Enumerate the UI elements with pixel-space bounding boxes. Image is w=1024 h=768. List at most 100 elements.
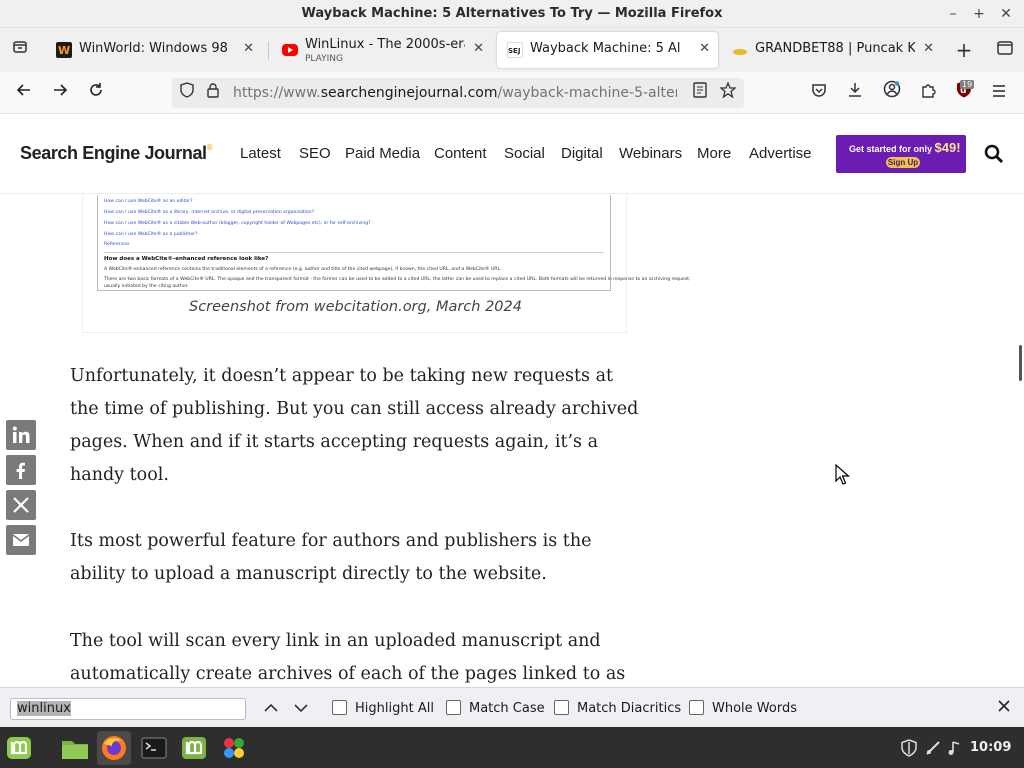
x-twitter-icon [13, 497, 29, 513]
nav-link-more[interactable]: More [697, 145, 731, 162]
screenshot-text: There are two basic formats of a WebCite… [104, 277, 691, 282]
tab-label: Wayback Machine: 5 Alterna [530, 41, 680, 56]
site-search-icon[interactable] [984, 144, 1004, 168]
screenshot-divider [104, 252, 604, 253]
mouse-cursor-icon [835, 463, 851, 490]
tab-grandbet88[interactable]: GRANDBET88 | Puncak Kem ✕ [722, 32, 942, 68]
find-next-icon[interactable] [288, 695, 314, 721]
new-tab-button[interactable]: + [951, 37, 977, 63]
tab-label: GRANDBET88 | Puncak Kem [755, 41, 915, 56]
tab-bar: W WinWorld: Windows 98 Seco ✕ WinLinux -… [0, 28, 1024, 72]
nav-link-digital[interactable]: Digital [561, 145, 603, 162]
extensions-puzzle-icon[interactable] [915, 80, 941, 106]
terminal-icon[interactable] [137, 731, 171, 765]
mint-menu-button[interactable] [2, 731, 36, 765]
site-logo[interactable]: Search Engine Journal® [20, 143, 213, 164]
match-diacritics-checkbox[interactable] [554, 700, 569, 715]
tab-playing-label: PLAYING [305, 54, 343, 64]
reload-icon[interactable] [83, 80, 109, 106]
match-case-checkbox[interactable] [446, 700, 461, 715]
files-folder-icon[interactable] [58, 731, 92, 765]
nav-link-latest[interactable]: Latest [240, 145, 281, 162]
screenshot-link: How can I use WebCite® as a citable Web-… [104, 221, 371, 226]
list-all-tabs-icon[interactable] [992, 37, 1018, 63]
firefox-taskbar-icon[interactable] [97, 731, 131, 765]
bookmark-star-icon[interactable] [715, 80, 741, 106]
promo-banner[interactable]: Get started for only $49! Sign Up [836, 135, 966, 173]
nav-link-seo[interactable]: SEO [299, 145, 331, 162]
article-paragraph: Unfortunately, it doesn’t appear to be t… [70, 366, 639, 485]
svg-text:W: W [58, 44, 70, 57]
share-facebook-button[interactable] [6, 455, 36, 485]
webcitation-screenshot-image: How can I use WebCite® as an editor? How… [97, 195, 690, 291]
nav-link-advertise[interactable]: Advertise [749, 145, 812, 162]
lock-icon[interactable] [200, 80, 226, 106]
share-email-button[interactable] [6, 525, 36, 555]
site-header: Search Engine Journal® Latest SEO Paid M… [0, 114, 1024, 194]
volume-tray-icon[interactable] [947, 739, 963, 761]
tracking-protection-shield-icon[interactable] [174, 80, 200, 106]
tab-wayback-machine[interactable]: SEJ Wayback Machine: 5 Alterna ✕ [497, 32, 718, 68]
screenshot-link: How can I use WebCite® as a library, int… [104, 210, 315, 215]
share-linkedin-button[interactable] [6, 420, 36, 450]
close-tab-icon[interactable]: ✕ [699, 41, 710, 56]
tab-label: WinLinux - The 2000s-era Li [305, 37, 465, 52]
svg-text:SEJ: SEJ [508, 47, 520, 55]
match-case-label[interactable]: Match Case [469, 701, 545, 716]
nav-link-content[interactable]: Content [434, 145, 487, 162]
back-icon[interactable] [11, 80, 37, 106]
app-menu-icon[interactable] [986, 80, 1012, 106]
highlight-all-label[interactable]: Highlight All [355, 701, 434, 716]
close-tab-icon[interactable]: ✕ [243, 41, 254, 56]
downloads-icon[interactable] [842, 80, 868, 106]
network-tray-icon[interactable] [924, 739, 942, 761]
find-input[interactable]: winlinux [10, 698, 246, 720]
article-paragraph: The tool will scan every link in an uplo… [70, 631, 626, 684]
highlight-all-checkbox[interactable] [332, 700, 347, 715]
close-tab-icon[interactable]: ✕ [923, 41, 934, 56]
address-bar[interactable]: https://www.searchenginejournal.com/wayb… [172, 78, 744, 108]
winworld-favicon: W [56, 42, 72, 58]
find-in-page-bar: winlinux Highlight All Match Case Match … [0, 687, 1024, 727]
linkedin-icon [12, 426, 30, 443]
reader-view-icon[interactable] [687, 80, 713, 106]
screenshot-heading: How does a WebCite®-enhanced reference l… [104, 256, 269, 262]
email-icon [12, 534, 30, 546]
facebook-icon [16, 462, 25, 479]
nav-link-paid-media[interactable]: Paid Media [345, 145, 420, 162]
whole-words-label[interactable]: Whole Words [712, 701, 797, 716]
article-paragraph: Its most powerful feature for authors an… [70, 531, 592, 584]
system-taskbar: 10:09 [0, 727, 1024, 768]
page-scrollbar-thumb[interactable] [1019, 345, 1022, 381]
nav-link-social[interactable]: Social [504, 145, 545, 162]
url-text[interactable]: https://www.searchenginejournal.com/wayb… [233, 85, 677, 101]
sej-favicon: SEJ [507, 42, 523, 58]
account-icon[interactable] [879, 80, 905, 106]
firefox-view-icon[interactable] [7, 37, 33, 63]
pocket-icon[interactable] [806, 80, 832, 106]
app-icon[interactable] [217, 731, 251, 765]
forward-icon[interactable] [47, 80, 73, 106]
match-diacritics-label[interactable]: Match Diacritics [577, 701, 681, 716]
minimize-button[interactable]: – [942, 3, 964, 25]
share-x-button[interactable] [6, 490, 36, 520]
tab-winworld[interactable]: W WinWorld: Windows 98 Seco ✕ [46, 32, 262, 68]
tab-winlinux-youtube[interactable]: WinLinux - The 2000s-era Li PLAYING ✕ [272, 32, 492, 68]
screenshot-text: usually initiated by the citing author. [104, 284, 189, 289]
shield-tray-icon[interactable] [900, 739, 918, 761]
find-previous-icon[interactable] [258, 695, 284, 721]
nav-link-webinars[interactable]: Webinars [619, 145, 682, 162]
maximize-button[interactable]: + [968, 3, 990, 25]
promo-signup-button[interactable]: Sign Up [886, 157, 920, 168]
close-window-button[interactable]: ✕ [995, 3, 1017, 25]
whole-words-checkbox[interactable] [689, 700, 704, 715]
close-findbar-icon[interactable] [991, 695, 1017, 721]
youtube-favicon [282, 44, 298, 56]
close-tab-icon[interactable]: ✕ [473, 41, 484, 56]
mintinstall-icon[interactable] [177, 731, 211, 765]
figure-caption: Screenshot from webcitation.org, March 2… [189, 299, 522, 315]
grandbet-favicon [732, 42, 748, 58]
tab-divider [268, 42, 269, 60]
article-figure: How can I use WebCite® as an editor? How… [82, 195, 690, 333]
clock[interactable]: 10:09 [970, 740, 1011, 755]
